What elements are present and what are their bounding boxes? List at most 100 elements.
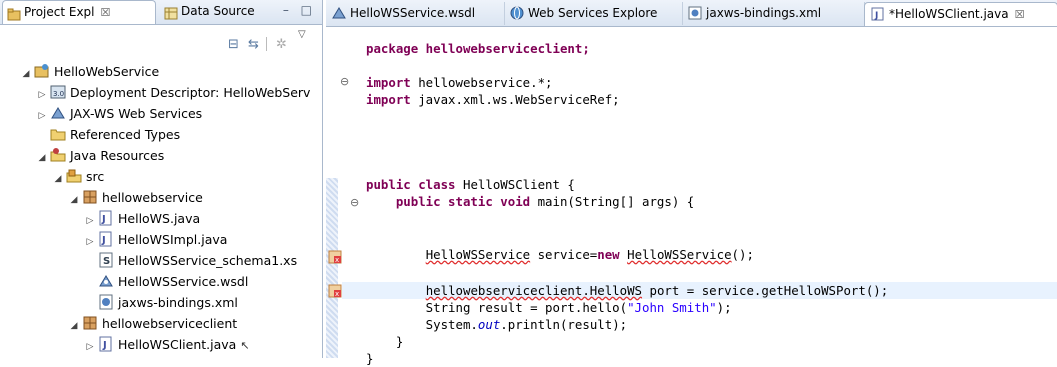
- tree-item[interactable]: ▷ 3.0 Deployment Descriptor: HelloWebServ: [36, 83, 311, 105]
- view-toolbar: ⊟ ⇆ ✲ ▽: [0, 25, 322, 61]
- tree-item[interactable]: ◢ hellowebservice: [68, 188, 203, 208]
- code-text: );: [716, 300, 732, 315]
- close-icon[interactable]: ☒: [101, 6, 111, 19]
- tree-item[interactable]: ▷ J HelloWS.java: [84, 209, 200, 229]
- keyword: import: [366, 92, 419, 107]
- view-window-controls[interactable]: – □: [283, 3, 316, 17]
- svg-text:J: J: [101, 214, 106, 225]
- tree-item[interactable]: ◢ hellowebserviceclient: [68, 314, 238, 336]
- error-text: hellowebserviceclient.HelloWS: [425, 283, 643, 298]
- code-text: HelloWSClient {: [462, 177, 575, 192]
- view-menu-icon[interactable]: ▽: [298, 29, 306, 40]
- java-interface-icon: J: [98, 210, 114, 226]
- expand-twisty-icon[interactable]: ▷: [84, 337, 96, 357]
- globe-icon: [510, 5, 524, 20]
- wsdl-file-icon: [332, 5, 346, 19]
- tree-item-label: Referenced Types: [70, 127, 181, 142]
- tree-item[interactable]: jaxws-bindings.xml: [84, 293, 238, 313]
- package-icon: [82, 315, 98, 331]
- tree-item-label: jaxws-bindings.xml: [118, 295, 238, 310]
- tab-label: HelloWSService.wsdl: [350, 6, 476, 20]
- schema-file-icon: S: [98, 252, 114, 268]
- code-line: public static void main(String[] args) {: [366, 193, 694, 210]
- tree-item[interactable]: ▷ J HelloWSImpl.java: [84, 230, 227, 250]
- tree-item[interactable]: ◢ HelloWebService: [20, 62, 159, 82]
- svg-text:x: x: [335, 256, 339, 264]
- tree-item-label: Deployment Descriptor: HelloWebServ: [70, 85, 311, 100]
- expand-twisty-icon[interactable]: ◢: [36, 148, 48, 168]
- tree-item-label: HelloWSService_schema1.xs: [118, 253, 298, 268]
- close-icon[interactable]: ☒: [1015, 8, 1025, 21]
- tree-item[interactable]: S HelloWSService_schema1.xs: [84, 251, 297, 271]
- tab-label: jaxws-bindings.xml: [706, 6, 822, 20]
- tab-data-source[interactable]: Data Source: [160, 0, 274, 23]
- svg-text:J: J: [102, 340, 107, 351]
- svg-text:x: x: [335, 290, 339, 298]
- mouse-cursor-icon: ↖: [240, 339, 250, 352]
- collapse-all-icon[interactable]: ⊟: [228, 37, 239, 52]
- java-class-icon: J: [98, 231, 114, 247]
- string-literal: "John Smith": [627, 300, 717, 315]
- tab-hellowsclient-java[interactable]: J *HelloWSClient.java ☒: [864, 2, 1057, 26]
- editor-tab-bar: HelloWSService.wsdl Web Services Explore…: [326, 0, 1057, 27]
- tree-item[interactable]: ▷ J HelloWSClient.java ↖: [84, 335, 250, 355]
- error-text: HelloWSService: [627, 247, 732, 262]
- tree-item-label: Java Resources: [70, 148, 165, 163]
- svg-text:J: J: [874, 11, 878, 21]
- tab-web-services-explorer[interactable]: Web Services Explore: [504, 2, 683, 25]
- code-text: main(String[] args) {: [537, 194, 695, 209]
- expand-twisty-icon[interactable]: ◢: [68, 316, 80, 336]
- tab-label: Data Source: [181, 4, 255, 18]
- code-line: import javax.xml.ws.WebServiceRef;: [366, 91, 620, 108]
- expand-twisty-icon[interactable]: ▷: [36, 85, 48, 105]
- code-line: import hellowebservice.*;: [366, 74, 553, 91]
- code-text: }: [366, 351, 374, 366]
- code-line: HelloWSService service=new HelloWSServic…: [366, 246, 754, 263]
- quick-diff-ruler: [326, 178, 338, 358]
- tree-item[interactable]: HelloWSService.wsdl: [84, 272, 248, 292]
- tree-item-label: HelloWebService: [54, 64, 160, 79]
- project-icon: [34, 63, 50, 79]
- tab-jaxws-bindings[interactable]: jaxws-bindings.xml: [682, 2, 865, 25]
- fold-collapse-icon[interactable]: ⊖: [340, 75, 349, 88]
- tab-label: Web Services Explore: [528, 6, 658, 20]
- code-text: System.: [366, 317, 478, 332]
- fold-collapse-icon[interactable]: ⊖: [350, 196, 359, 209]
- expand-twisty-icon[interactable]: ▷: [84, 211, 96, 231]
- code-line: package hellowebserviceclient;: [366, 40, 590, 57]
- code-text: }: [366, 334, 404, 349]
- code-text: .println(result);: [500, 317, 628, 332]
- expand-twisty-icon[interactable]: ▷: [84, 232, 96, 252]
- code-line: }: [366, 333, 403, 350]
- java-file-icon: J: [98, 336, 114, 352]
- tree-item-label: hellowebserviceclient: [102, 316, 238, 331]
- tree-item[interactable]: ◢ Java Resources: [36, 146, 164, 166]
- code-line: public class HelloWSClient {: [366, 176, 575, 193]
- tree-item-label: HelloWSService.wsdl: [118, 274, 249, 289]
- expand-twisty-icon[interactable]: ◢: [20, 64, 32, 84]
- link-with-editor-icon[interactable]: ⇆: [248, 37, 259, 52]
- expand-twisty-icon[interactable]: ◢: [52, 169, 64, 189]
- tree-item[interactable]: Referenced Types: [36, 125, 180, 145]
- expand-twisty-icon[interactable]: ◢: [68, 190, 80, 210]
- code-line: String result = port.hello("John Smith")…: [366, 299, 732, 316]
- tab-label: Project Expl: [24, 5, 95, 19]
- svg-text:3.0: 3.0: [53, 90, 64, 98]
- java-editor: HelloWSService.wsdl Web Services Explore…: [326, 0, 1057, 366]
- expand-twisty-icon[interactable]: ▷: [36, 106, 48, 126]
- xml-file-icon: [688, 5, 702, 20]
- error-marker-icon[interactable]: x: [328, 250, 342, 264]
- tab-hellowsservice-wsdl[interactable]: HelloWSService.wsdl: [326, 2, 505, 25]
- tree-item-label: HelloWSImpl.java: [118, 232, 228, 247]
- code-text: ();: [731, 247, 754, 262]
- tree-item[interactable]: ▷ JAX-WS Web Services: [36, 104, 203, 126]
- code-text: port = service.getHelloWSPort();: [642, 283, 889, 298]
- tree-item[interactable]: ◢ src: [52, 167, 105, 189]
- tree-item-label: src: [86, 169, 105, 184]
- keyword: public static void: [366, 194, 538, 209]
- tree-item-label: JAX-WS Web Services: [70, 106, 203, 121]
- error-marker-icon[interactable]: x: [328, 284, 342, 298]
- filters-icon[interactable]: ✲: [276, 37, 287, 52]
- tab-project-explorer[interactable]: Project Expl ☒: [2, 0, 156, 24]
